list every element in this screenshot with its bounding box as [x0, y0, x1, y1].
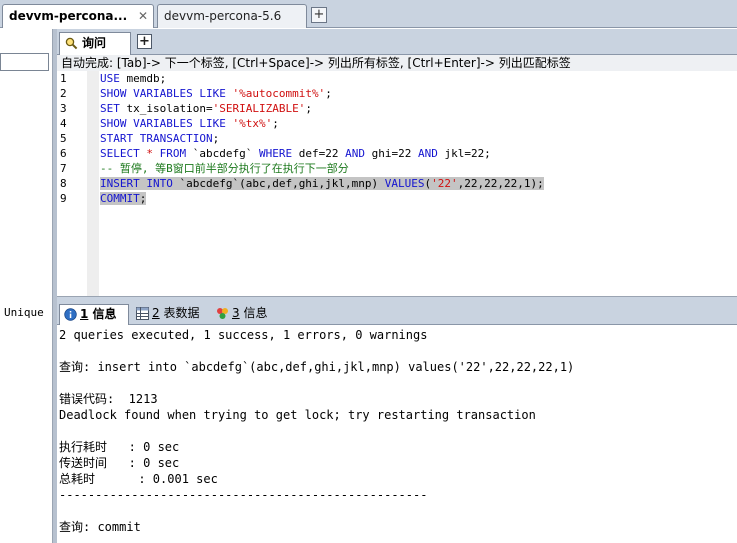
query-icon [65, 37, 78, 50]
code-comment: -- 暂停, 等B窗口前半部分执行了在执行下一部分 [100, 162, 349, 175]
multi-color-info-icon [217, 308, 228, 319]
close-icon[interactable]: ✕ [138, 5, 148, 27]
table-icon [136, 307, 149, 320]
code-line: SET tx_isolation='SERIALIZABLE'; [100, 102, 312, 115]
connection-tab-label: devvm-percona... [9, 9, 128, 23]
tab-number: 2 [152, 306, 160, 320]
object-browser: Unique [0, 29, 53, 543]
connection-tab-label: devvm-percona-5.6 [164, 9, 282, 23]
tab-label: 信息 [88, 307, 117, 321]
messages-output[interactable]: 2 queries executed, 1 success, 1 errors,… [57, 326, 737, 543]
separator-line: ----------------------------------------… [59, 488, 428, 502]
line-number-gutter: 1 2 3 4 5 6 7 8 9 [57, 71, 99, 296]
unique-label: Unique [4, 306, 44, 319]
code-line-selected: INSERT INTO `abcdefg`(abc,def,ghi,jkl,mn… [100, 177, 544, 190]
line-number: 3 [60, 102, 67, 115]
code-line-selected: COMMIT; [100, 192, 147, 205]
code-line: SELECT * FROM `abcdefg` WHERE def=22 AND… [100, 147, 491, 160]
tab-label: 信息 [239, 306, 268, 320]
transfer-time-line: 传送时间 : 0 sec [59, 456, 180, 470]
code-line: USE memdb; [100, 72, 167, 85]
tab-messages-1[interactable]: 1 信息 [59, 304, 129, 325]
line-number: 5 [60, 132, 67, 145]
code-line: START TRANSACTION; [100, 132, 220, 145]
info-icon [64, 308, 77, 321]
error-code-line: 错误代码: 1213 [59, 392, 158, 406]
query-line: 查询: insert into `abcdefg`(abc,def,ghi,jk… [59, 360, 575, 374]
autocomplete-hint: 自动完成: [Tab]-> 下一个标签, [Ctrl+Space]-> 列出所有… [57, 55, 737, 71]
query-tab-strip: 询问 + [57, 29, 737, 55]
line-number: 9 [60, 192, 67, 205]
tab-table-data[interactable]: 2 表数据 [132, 304, 208, 325]
line-number: 6 [60, 147, 67, 160]
connection-tab[interactable]: devvm-percona-5.6 [157, 4, 307, 28]
connection-tab-strip: devvm-percona... ✕ devvm-percona-5.6 + [0, 0, 737, 28]
line-number: 7 [60, 162, 67, 175]
line-number: 8 [60, 177, 67, 190]
code-line: SHOW VARIABLES LIKE '%tx%'; [100, 117, 279, 130]
execution-time-line: 执行耗时 : 0 sec [59, 440, 180, 454]
tab-label: 表数据 [159, 306, 200, 320]
error-message-line: Deadlock found when trying to get lock; … [59, 408, 536, 422]
tab-number: 3 [232, 306, 240, 320]
database-filter-input[interactable] [0, 53, 49, 71]
new-query-tab-button[interactable]: + [137, 34, 152, 49]
tab-messages-3[interactable]: 3 信息 [212, 304, 276, 325]
total-time-line: 总耗时 : 0.001 sec [59, 472, 218, 486]
connection-tab-active[interactable]: devvm-percona... ✕ [2, 4, 154, 28]
fold-margin [87, 71, 99, 296]
summary-line: 2 queries executed, 1 success, 1 errors,… [59, 328, 428, 342]
tab-query[interactable]: 询问 [59, 32, 131, 55]
sql-editor[interactable]: 1 2 3 4 5 6 7 8 9 USE memdb; SHOW VARIAB… [57, 71, 737, 297]
code-line: SHOW VARIABLES LIKE '%autocommit%'; [100, 87, 332, 100]
line-number: 1 [60, 72, 67, 85]
new-connection-button[interactable]: + [311, 7, 327, 23]
result-tab-strip: 1 信息 2 表数据 3 信息 [57, 301, 737, 325]
line-number: 2 [60, 87, 67, 100]
query-line: 查询: commit [59, 520, 141, 534]
line-number: 4 [60, 117, 67, 130]
tab-query-label: 询问 [82, 36, 107, 50]
